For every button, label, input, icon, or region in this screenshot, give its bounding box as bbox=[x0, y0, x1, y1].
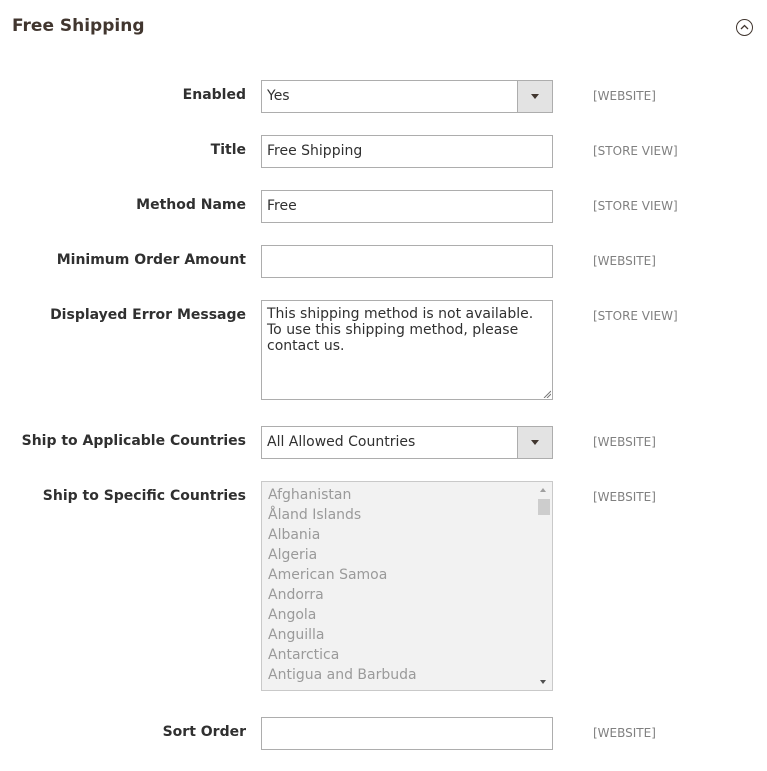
applicable-countries-arrow[interactable] bbox=[517, 427, 552, 458]
section-title[interactable]: Free Shipping bbox=[12, 16, 145, 36]
error-message-textarea[interactable]: This shipping method is not available. T… bbox=[261, 300, 553, 400]
collapse-chevron-up-icon[interactable] bbox=[736, 19, 753, 36]
enabled-label: Enabled bbox=[182, 87, 246, 103]
country-option[interactable]: Afghanistan bbox=[268, 487, 351, 503]
error-message-scope: [STORE VIEW] bbox=[593, 309, 678, 323]
applicable-countries-value: All Allowed Countries bbox=[267, 434, 416, 450]
scroll-up-arrow-icon[interactable] bbox=[540, 488, 546, 492]
scroll-down-arrow-icon[interactable] bbox=[540, 680, 546, 684]
error-message-label: Displayed Error Message bbox=[50, 307, 246, 323]
applicable-countries-select[interactable]: All Allowed Countries bbox=[261, 426, 553, 459]
scroll-thumb[interactable] bbox=[538, 499, 550, 515]
countries-scrollbar[interactable] bbox=[535, 482, 552, 690]
method-name-input[interactable]: Free bbox=[261, 190, 553, 223]
triangle-down-icon bbox=[531, 94, 539, 99]
country-option[interactable]: Albania bbox=[268, 527, 320, 543]
country-option[interactable]: Anguilla bbox=[268, 627, 324, 643]
country-option[interactable]: Antarctica bbox=[268, 647, 339, 663]
applicable-countries-scope: [WEBSITE] bbox=[593, 435, 656, 449]
enabled-scope: [WEBSITE] bbox=[593, 89, 656, 103]
country-option[interactable]: American Samoa bbox=[268, 567, 387, 583]
triangle-down-icon bbox=[531, 440, 539, 445]
sort-order-label: Sort Order bbox=[162, 724, 246, 740]
min-order-scope: [WEBSITE] bbox=[593, 254, 656, 268]
title-input[interactable]: Free Shipping bbox=[261, 135, 553, 168]
method-name-scope: [STORE VIEW] bbox=[593, 199, 678, 213]
method-name-label: Method Name bbox=[136, 197, 246, 213]
enabled-select-arrow[interactable] bbox=[517, 81, 552, 112]
enabled-select-value: Yes bbox=[267, 88, 290, 104]
sort-order-input[interactable] bbox=[261, 717, 553, 750]
specific-countries-scope: [WEBSITE] bbox=[593, 490, 656, 504]
title-scope: [STORE VIEW] bbox=[593, 144, 678, 158]
country-option[interactable]: Antigua and Barbuda bbox=[268, 667, 417, 683]
country-option[interactable]: Åland Islands bbox=[268, 507, 361, 523]
enabled-select[interactable]: Yes bbox=[261, 80, 553, 113]
resize-grip-icon[interactable] bbox=[543, 390, 551, 398]
min-order-label: Minimum Order Amount bbox=[56, 252, 246, 268]
title-label: Title bbox=[210, 142, 246, 158]
sort-order-scope: [WEBSITE] bbox=[593, 726, 656, 740]
min-order-input[interactable] bbox=[261, 245, 553, 278]
country-option[interactable]: Andorra bbox=[268, 587, 324, 603]
error-message-text: This shipping method is not available. T… bbox=[267, 306, 534, 354]
applicable-countries-label: Ship to Applicable Countries bbox=[21, 433, 246, 449]
specific-countries-label: Ship to Specific Countries bbox=[42, 488, 246, 504]
country-option[interactable]: Algeria bbox=[268, 547, 317, 563]
specific-countries-multiselect[interactable]: Afghanistan Åland Islands Albania Algeri… bbox=[261, 481, 553, 691]
country-option[interactable]: Angola bbox=[268, 607, 316, 623]
